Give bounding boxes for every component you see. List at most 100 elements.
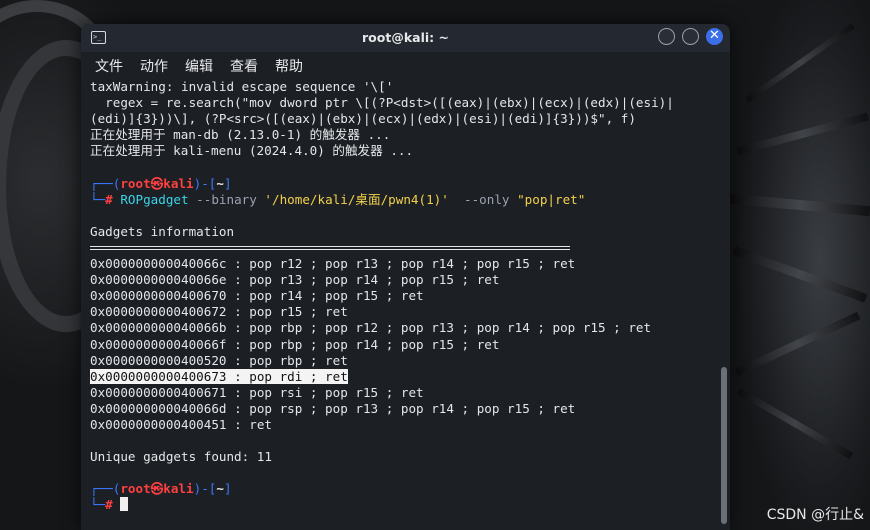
gadget-row: 0x0000000000400673 : pop rdi ; ret xyxy=(90,368,716,385)
gadget-text: 0x0000000000400672 : pop r15 ; ret xyxy=(90,304,348,319)
gadget-address: 0x000000000040066d xyxy=(90,400,227,416)
gadget-row: 0x0000000000400451 : ret xyxy=(90,417,716,433)
gadget-text: 0x0000000000400451 : ret xyxy=(90,417,272,432)
prompt-line: ┌──(root㉿kali)-[~] xyxy=(90,176,716,192)
output-line: 正在处理用于 man-db (2.13.0-1) 的触发器 ... xyxy=(90,127,391,143)
menu-bar: 文件 动作 编辑 查看 帮助 xyxy=(81,52,730,79)
gadget-text: 0x0000000000400671 : pop rsi ; pop r15 ;… xyxy=(90,385,424,400)
wallpaper-spike xyxy=(736,387,854,460)
gadget-colon: : xyxy=(226,272,250,288)
gadget-address: 0x0000000000400673 xyxy=(90,368,227,384)
gadget-address: 0x0000000000400672 xyxy=(90,304,227,320)
wallpaper-spike xyxy=(732,246,868,303)
prompt-hash: # xyxy=(105,497,121,513)
menu-file[interactable]: 文件 xyxy=(95,56,123,76)
gadget-address: 0x000000000040066f xyxy=(90,336,227,352)
wallpaper-spike xyxy=(745,23,855,103)
command-line: └─# ROPgadget --binary '/home/kali/桌面/pw… xyxy=(90,192,716,208)
menu-action[interactable]: 动作 xyxy=(140,56,168,76)
gadget-instructions: pop rdi ; ret xyxy=(249,368,348,384)
prompt-dir: ~ xyxy=(216,481,224,497)
scrollbar[interactable] xyxy=(716,79,730,530)
gadget-row: 0x000000000040066d : pop rsp ; pop r13 ;… xyxy=(90,401,716,417)
output-line: regex = re.search("mov dword ptr \[(?P<d… xyxy=(90,95,674,111)
wallpaper-spike xyxy=(734,311,861,377)
prompt-dir: ~ xyxy=(216,175,224,191)
command-program: ROPgadget xyxy=(120,191,189,207)
gadget-instructions: pop rbp ; pop r14 ; pop r15 ; ret xyxy=(249,336,500,352)
gadget-text: 0x000000000040066d : pop rsp ; pop r13 ;… xyxy=(90,401,575,416)
menu-edit[interactable]: 编辑 xyxy=(185,56,213,76)
menu-help[interactable]: 帮助 xyxy=(275,56,303,76)
output-line: 正在处理用于 kali-menu (2024.4.0) 的触发器 ... xyxy=(90,143,414,159)
gadget-row: 0x000000000040066f : pop rbp ; pop r14 ;… xyxy=(90,337,716,353)
terminal-window[interactable]: >_ root@kali: ~ ✕ 文件 动作 编辑 查看 帮助 taxWarn… xyxy=(81,24,730,530)
command-only-value: "pop|ret" xyxy=(517,191,586,207)
prompt-user: root㉿kali xyxy=(120,481,194,497)
gadget-address: 0x0000000000400520 xyxy=(90,352,227,368)
gadget-instructions: ret xyxy=(249,416,272,432)
scrollbar-thumb[interactable] xyxy=(721,367,727,524)
prompt-end: ] xyxy=(223,175,232,191)
gadget-instructions: pop rsp ; pop r13 ; pop r14 ; pop r15 ; … xyxy=(249,400,576,416)
wallpaper-spike xyxy=(729,193,870,217)
maximize-button[interactable] xyxy=(682,28,699,45)
input-line[interactable]: └─# xyxy=(90,497,716,513)
gadget-instructions: pop r15 ; ret xyxy=(249,304,348,320)
gadget-row: 0x000000000040066e : pop r13 ; pop r14 ;… xyxy=(90,272,716,288)
gadget-colon: : xyxy=(226,304,250,320)
gadget-text-selected: 0x0000000000400673 : pop rdi ; ret xyxy=(90,368,348,384)
gadget-colon: : xyxy=(226,336,250,352)
prompt-separator: )-[ xyxy=(193,175,217,191)
gadget-text: 0x0000000000400520 : pop rbp ; ret xyxy=(90,353,348,368)
window-title: root@kali: ~ xyxy=(362,30,449,45)
prompt-hash: # xyxy=(105,191,121,207)
gadget-list: 0x000000000040066c : pop r12 ; pop r13 ;… xyxy=(90,256,716,433)
gadget-row: 0x0000000000400671 : pop rsi ; pop r15 ;… xyxy=(90,385,716,401)
close-button[interactable]: ✕ xyxy=(706,28,723,45)
prompt-separator: )-[ xyxy=(193,481,217,497)
gadget-text: 0x000000000040066f : pop rbp ; pop r14 ;… xyxy=(90,337,499,352)
minimize-button[interactable] xyxy=(658,28,675,45)
gadget-instructions: pop rsi ; pop r15 ; ret xyxy=(249,384,424,400)
gadgets-header: Gadgets information xyxy=(90,223,235,239)
gadget-row: 0x0000000000400672 : pop r15 ; ret xyxy=(90,304,716,320)
gadget-colon: : xyxy=(226,288,250,304)
gadget-address: 0x0000000000400671 xyxy=(90,384,227,400)
gadget-instructions: pop rbp ; pop r12 ; pop r13 ; pop r14 ; … xyxy=(249,320,652,336)
gadget-colon: : xyxy=(226,400,250,416)
unique-gadgets-count: Unique gadgets found: 11 xyxy=(90,449,272,465)
prompt-corner-bottom: └─ xyxy=(90,191,106,207)
gadget-address: 0x000000000040066b xyxy=(90,320,227,336)
gadget-instructions: pop r13 ; pop r14 ; pop r15 ; ret xyxy=(249,272,500,288)
gadget-row: 0x000000000040066b : pop rbp ; pop r12 ;… xyxy=(90,320,716,336)
gadget-address: 0x0000000000400451 xyxy=(90,416,227,432)
prompt-user: root㉿kali xyxy=(120,175,194,191)
gadget-instructions: pop rbp ; ret xyxy=(249,352,348,368)
separator-rule xyxy=(90,240,716,256)
gadget-text: 0x0000000000400670 : pop r14 ; pop r15 ;… xyxy=(90,288,424,303)
gadget-colon: : xyxy=(226,352,250,368)
prompt-line: ┌──(root㉿kali)-[~] xyxy=(90,481,716,497)
menu-view[interactable]: 查看 xyxy=(230,56,258,76)
prompt-corner: ┌──( xyxy=(90,481,121,497)
gadget-text: 0x000000000040066b : pop rbp ; pop r12 ;… xyxy=(90,320,651,335)
title-bar[interactable]: >_ root@kali: ~ ✕ xyxy=(81,24,730,52)
text-cursor xyxy=(120,497,129,512)
gadget-text: 0x000000000040066c : pop r12 ; pop r13 ;… xyxy=(90,256,575,271)
prompt-corner-bottom: └─ xyxy=(90,497,106,513)
output-line: taxWarning: invalid escape sequence '\[' xyxy=(90,79,394,94)
gadget-colon: : xyxy=(226,416,250,432)
command-flag-only: --only xyxy=(448,191,518,207)
watermark: CSDN @行止& xyxy=(766,507,864,523)
command-binary-path: '/home/kali/桌面/pwn4(1)' xyxy=(264,191,449,207)
gadget-address: 0x0000000000400670 xyxy=(90,288,227,304)
gadget-address: 0x000000000040066e xyxy=(90,272,227,288)
gadget-row: 0x0000000000400670 : pop r14 ; pop r15 ;… xyxy=(90,288,716,304)
gadget-instructions: pop r14 ; pop r15 ; ret xyxy=(249,288,424,304)
terminal-output[interactable]: taxWarning: invalid escape sequence '\['… xyxy=(81,79,716,530)
